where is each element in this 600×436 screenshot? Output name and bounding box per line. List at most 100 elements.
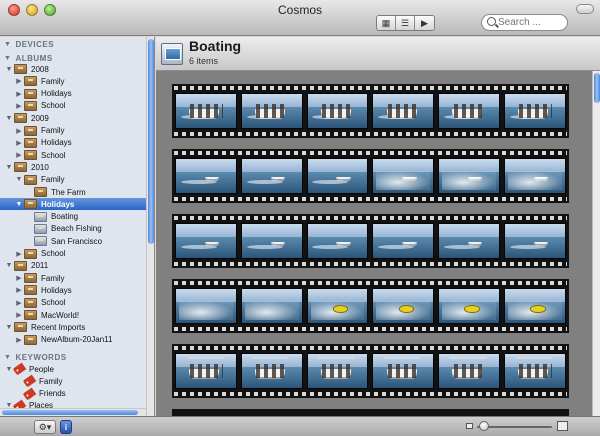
sidebar-item-holidays[interactable]: ▶ Holidays <box>0 284 145 296</box>
disclosure-triangle-icon[interactable]: ▶ <box>14 150 24 160</box>
sidebar-item-macworld[interactable]: ▶ MacWorld! <box>0 309 145 321</box>
list-view-button[interactable]: ☰ <box>396 16 415 30</box>
slideshow-view-button[interactable]: ▶ <box>415 16 434 30</box>
keyword-item-family[interactable]: Family <box>0 374 145 388</box>
album-icon <box>34 211 47 222</box>
content-scroll-thumb[interactable] <box>594 73 600 103</box>
disclosure-triangle-icon[interactable]: ▶ <box>14 335 24 345</box>
film-roll-icon <box>14 113 27 124</box>
video-frame-thumbnail <box>438 158 501 194</box>
action-menu-button[interactable]: ⚙▾ <box>34 420 56 434</box>
video-film-strip[interactable] <box>172 409 569 416</box>
disclosure-triangle-icon[interactable]: ▶ <box>14 285 24 295</box>
video-frame-thumbnail <box>438 353 501 389</box>
zoom-out-icon[interactable] <box>466 423 473 429</box>
sidebar-item-family[interactable]: ▶ Family <box>0 125 145 137</box>
disclosure-triangle-icon[interactable]: ▼ <box>4 113 14 123</box>
search-input[interactable] <box>498 16 566 29</box>
spray-shape <box>442 170 497 190</box>
sidebar-item-family[interactable]: ▼ Family <box>0 174 145 186</box>
slideshow-view-icon: ▶ <box>415 16 434 30</box>
disclosure-triangle-icon[interactable]: ▼ <box>4 162 14 172</box>
keywords-section-header[interactable]: ▼ KEYWORDS <box>4 351 67 363</box>
wake-shape <box>444 245 480 250</box>
inflatable-tube-shape <box>530 305 546 313</box>
sidebar-item-2008[interactable]: ▼ 2008 <box>0 63 145 75</box>
sidebar-item-family[interactable]: ▶ Family <box>0 75 145 87</box>
keyword-item-friends[interactable]: Friends <box>0 387 145 401</box>
sidebar-item-beach-fishing[interactable]: Beach Fishing <box>0 223 145 235</box>
sidebar-item-2009[interactable]: ▼ 2009 <box>0 112 145 124</box>
wake-shape <box>312 245 349 250</box>
sidebar-item-boating[interactable]: Boating <box>0 211 145 223</box>
video-film-strip[interactable] <box>172 149 569 203</box>
sidebar-item-label: 2008 <box>31 64 49 74</box>
disclosure-triangle-icon[interactable]: ▼ <box>4 322 14 332</box>
disclosure-triangle-icon[interactable]: ▶ <box>14 126 24 136</box>
disclosure-triangle-icon[interactable]: ▼ <box>14 175 24 185</box>
sidebar-scroll-thumb[interactable] <box>148 39 154 244</box>
disclosure-triangle-icon[interactable]: ▶ <box>14 310 24 320</box>
search-field[interactable] <box>481 14 568 31</box>
content-vertical-scrollbar[interactable] <box>592 71 600 416</box>
info-button[interactable]: i <box>60 420 72 434</box>
wake-shape <box>509 245 546 250</box>
source-list-sidebar: ▼ DEVICES ▼ ALBUMS ▼ 2008 ▶ Family ▶ Holidays… <box>0 37 155 416</box>
sidebar-item-school[interactable]: ▶ School <box>0 248 145 260</box>
disclosure-triangle-icon[interactable]: ▶ <box>14 76 24 86</box>
sidebar-item-holidays[interactable]: ▼ Holidays <box>0 198 148 211</box>
tag-icon <box>22 387 37 401</box>
spray-shape <box>508 170 562 190</box>
sidebar-item-school[interactable]: ▶ School <box>0 149 145 161</box>
sidebar-item-san-francisco[interactable]: San Francisco <box>0 235 145 247</box>
album-icon <box>34 236 47 247</box>
zoom-in-icon[interactable] <box>557 421 568 431</box>
sidebar-item-school[interactable]: ▶ School <box>0 297 145 309</box>
disclosure-triangle-icon[interactable]: ▶ <box>14 298 24 308</box>
sprocket-holes <box>174 392 567 396</box>
film-roll-icon <box>24 174 37 185</box>
disclosure-triangle-icon[interactable]: ▶ <box>14 89 24 99</box>
sidebar-item-the-farm[interactable]: The Farm <box>0 186 145 198</box>
sidebar-item-school[interactable]: ▶ School <box>0 100 145 112</box>
sidebar-hscroll-thumb[interactable] <box>2 410 138 415</box>
sidebar-item-2011[interactable]: ▼ 2011 <box>0 260 145 272</box>
sidebar-item-family[interactable]: ▶ Family <box>0 272 145 284</box>
video-frame-thumbnail <box>306 288 369 324</box>
sidebar-item-recent-imports[interactable]: ▼ Recent Imports <box>0 321 145 333</box>
film-roll-icon <box>14 322 27 333</box>
film-roll-icon <box>24 310 37 320</box>
sidebar-item-2010[interactable]: ▼ 2010 <box>0 161 145 173</box>
gear-icon: ⚙▾ <box>38 421 52 432</box>
video-frame-thumbnail <box>240 223 303 259</box>
devices-section-header[interactable]: ▼ DEVICES <box>4 38 54 50</box>
sidebar-horizontal-scrollbar[interactable] <box>0 408 146 416</box>
toolbar-toggle-button[interactable] <box>576 4 594 14</box>
video-film-strip[interactable] <box>172 344 569 398</box>
video-film-strip[interactable] <box>172 279 569 333</box>
video-film-strip[interactable] <box>172 84 569 138</box>
sprocket-holes <box>174 86 567 90</box>
disclosure-triangle-icon <box>24 224 34 234</box>
disclosure-triangle-icon[interactable]: ▶ <box>14 101 24 111</box>
disclosure-triangle-icon[interactable]: ▼ <box>4 64 14 74</box>
keywords-section-label: KEYWORDS <box>15 352 67 362</box>
disclosure-triangle-icon[interactable]: ▶ <box>14 273 24 283</box>
disclosure-triangle-icon <box>24 236 34 246</box>
sidebar-item-holidays[interactable]: ▶ Holidays <box>0 88 145 100</box>
sidebar-item-newalbum-20jan11[interactable]: ▶ NewAlbum-20Jan11 <box>0 334 145 346</box>
disclosure-triangle-icon[interactable]: ▼ <box>14 199 24 209</box>
disclosure-triangle-icon[interactable]: ▶ <box>14 249 24 259</box>
disclosure-triangle-icon[interactable]: ▼ <box>4 261 14 271</box>
info-icon: i <box>64 422 68 432</box>
video-frame-thumbnail <box>175 93 237 129</box>
sidebar-vertical-scrollbar[interactable] <box>146 37 154 416</box>
grid-view-button[interactable]: ▦ <box>377 16 396 30</box>
zoom-slider-knob[interactable] <box>478 421 489 431</box>
sidebar-item-holidays[interactable]: ▶ Holidays <box>0 137 145 149</box>
video-film-strip[interactable] <box>172 214 569 268</box>
disclosure-triangle-icon[interactable]: ▶ <box>14 138 24 148</box>
boat-canopy <box>515 356 552 360</box>
keyword-item-people[interactable]: ▼ People <box>0 362 145 376</box>
sprocket-holes <box>174 197 567 201</box>
